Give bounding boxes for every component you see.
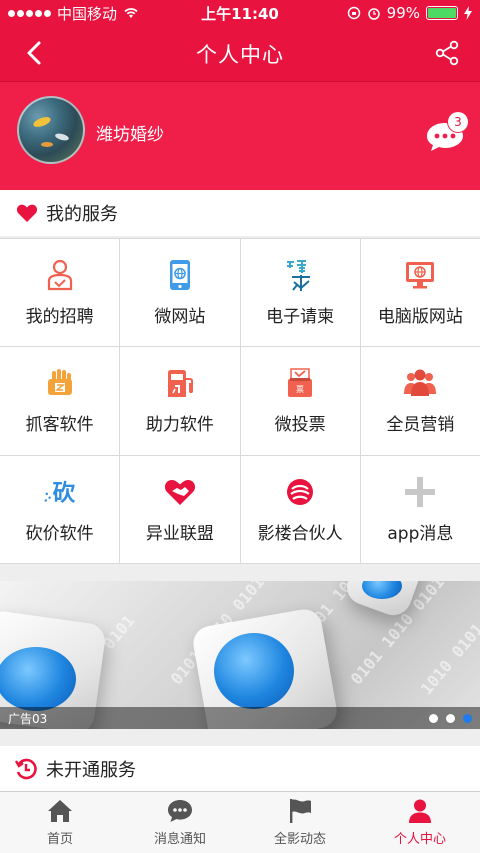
charging-icon	[464, 6, 472, 20]
service-label: 异业联盟	[145, 523, 214, 544]
service-team-marketing[interactable]: 全员营销	[360, 347, 480, 455]
user-icon	[409, 799, 431, 823]
service-app-message[interactable]: app消息	[360, 455, 480, 563]
status-time: 上午11:40	[201, 4, 279, 23]
service-recruit[interactable]: 我的招聘	[0, 239, 120, 347]
service-label: 电子请柬	[266, 307, 335, 328]
boost-icon	[163, 366, 197, 400]
pagination-dot-active[interactable]	[463, 713, 472, 723]
invitation-icon	[283, 258, 317, 292]
ie-logo-icon	[214, 633, 294, 709]
ad-banner[interactable]: 0101 1010 0101 1010 0101 1010 0101 1010 …	[0, 581, 480, 729]
section-title: 未开通服务	[46, 759, 136, 781]
recruit-icon	[43, 258, 77, 292]
avatar[interactable]	[17, 96, 85, 164]
message-count-badge: 3	[448, 112, 468, 132]
heart-icon	[16, 204, 38, 222]
service-desktop-site[interactable]: 电脑版网站	[360, 239, 480, 347]
partner-icon	[283, 475, 317, 509]
share-icon[interactable]	[434, 40, 460, 66]
my-services-header: 我的服务	[0, 190, 480, 236]
service-label: 砍价软件	[25, 523, 94, 544]
service-grab-customer[interactable]: 抓客软件	[0, 347, 120, 455]
banner-caption: 广告03	[8, 711, 48, 726]
battery-percent: 99%	[386, 4, 420, 22]
wifi-icon	[124, 8, 138, 18]
desktop-site-icon	[403, 258, 437, 292]
service-bargain[interactable]: 砍 砍价软件	[0, 455, 120, 563]
service-alliance[interactable]: 异业联盟	[120, 455, 240, 563]
service-label: 影楼合伙人	[257, 523, 343, 544]
tab-messages[interactable]: 消息通知	[120, 792, 240, 853]
pagination-dot[interactable]	[446, 713, 455, 723]
svg-text:票: 票	[296, 385, 304, 394]
service-label: 全员营销	[386, 415, 455, 436]
navigation-bar: 个人中心	[0, 26, 480, 82]
section-title: 我的服务	[46, 204, 118, 225]
tab-home[interactable]: 首页	[0, 792, 120, 853]
battery-icon	[426, 6, 458, 20]
flag-icon	[290, 799, 311, 823]
carrier-label: 中国移动	[57, 4, 118, 23]
service-label: 微网站	[154, 307, 206, 328]
service-vote[interactable]: 票 微投票	[240, 347, 360, 455]
tab-label: 全影动态	[273, 832, 326, 847]
tab-news[interactable]: 全影动态	[240, 792, 360, 853]
page-title: 个人中心	[196, 42, 284, 67]
service-boost[interactable]: 助力软件	[120, 347, 240, 455]
banner-pagination[interactable]	[429, 713, 472, 723]
service-label: app消息	[387, 523, 454, 544]
alliance-icon	[163, 475, 197, 509]
signal-strength-icon	[8, 9, 51, 17]
svg-text:砍: 砍	[52, 480, 75, 506]
tab-profile[interactable]: 个人中心	[360, 792, 480, 853]
home-icon	[48, 800, 72, 822]
chevron-left-icon[interactable]	[20, 38, 50, 68]
plus-icon	[403, 475, 437, 509]
service-label: 电脑版网站	[377, 307, 463, 328]
bargain-icon: 砍	[43, 475, 77, 509]
banner-caption-bar: 广告03	[0, 707, 480, 729]
service-mobile-site[interactable]: 微网站	[120, 239, 240, 347]
unopened-services-header: 未开通服务	[0, 746, 480, 791]
alarm-icon	[367, 8, 380, 20]
tab-label: 消息通知	[153, 832, 206, 847]
status-bar: 中国移动 上午11:40 99%	[0, 0, 480, 26]
mobile-site-icon	[163, 258, 197, 292]
username: 潍坊婚纱	[96, 125, 164, 145]
pagination-dot[interactable]	[429, 713, 438, 723]
rotation-lock-icon	[347, 6, 360, 20]
service-invitation[interactable]: 电子请柬	[240, 239, 360, 347]
service-label: 我的招聘	[25, 307, 94, 328]
profile-header: 潍坊婚纱	[0, 82, 480, 190]
service-label: 助力软件	[145, 415, 214, 436]
team-marketing-icon	[403, 366, 437, 400]
history-icon	[14, 758, 37, 779]
tab-label: 首页	[46, 832, 73, 847]
services-grid: 我的招聘 微网站 电子请柬 电脑版网站 抓客软件 助力软件 票 微投票 全员营销…	[0, 238, 480, 564]
vote-icon: 票	[283, 366, 317, 400]
service-partner[interactable]: 影楼合伙人	[240, 455, 360, 563]
service-label: 微投票	[274, 415, 326, 436]
service-label: 抓客软件	[25, 415, 94, 436]
tab-label: 个人中心	[393, 832, 446, 847]
chat-icon	[168, 800, 192, 822]
tab-bar: 首页 消息通知 全影动态 个人中心	[0, 791, 480, 853]
grab-customer-icon	[43, 366, 77, 400]
